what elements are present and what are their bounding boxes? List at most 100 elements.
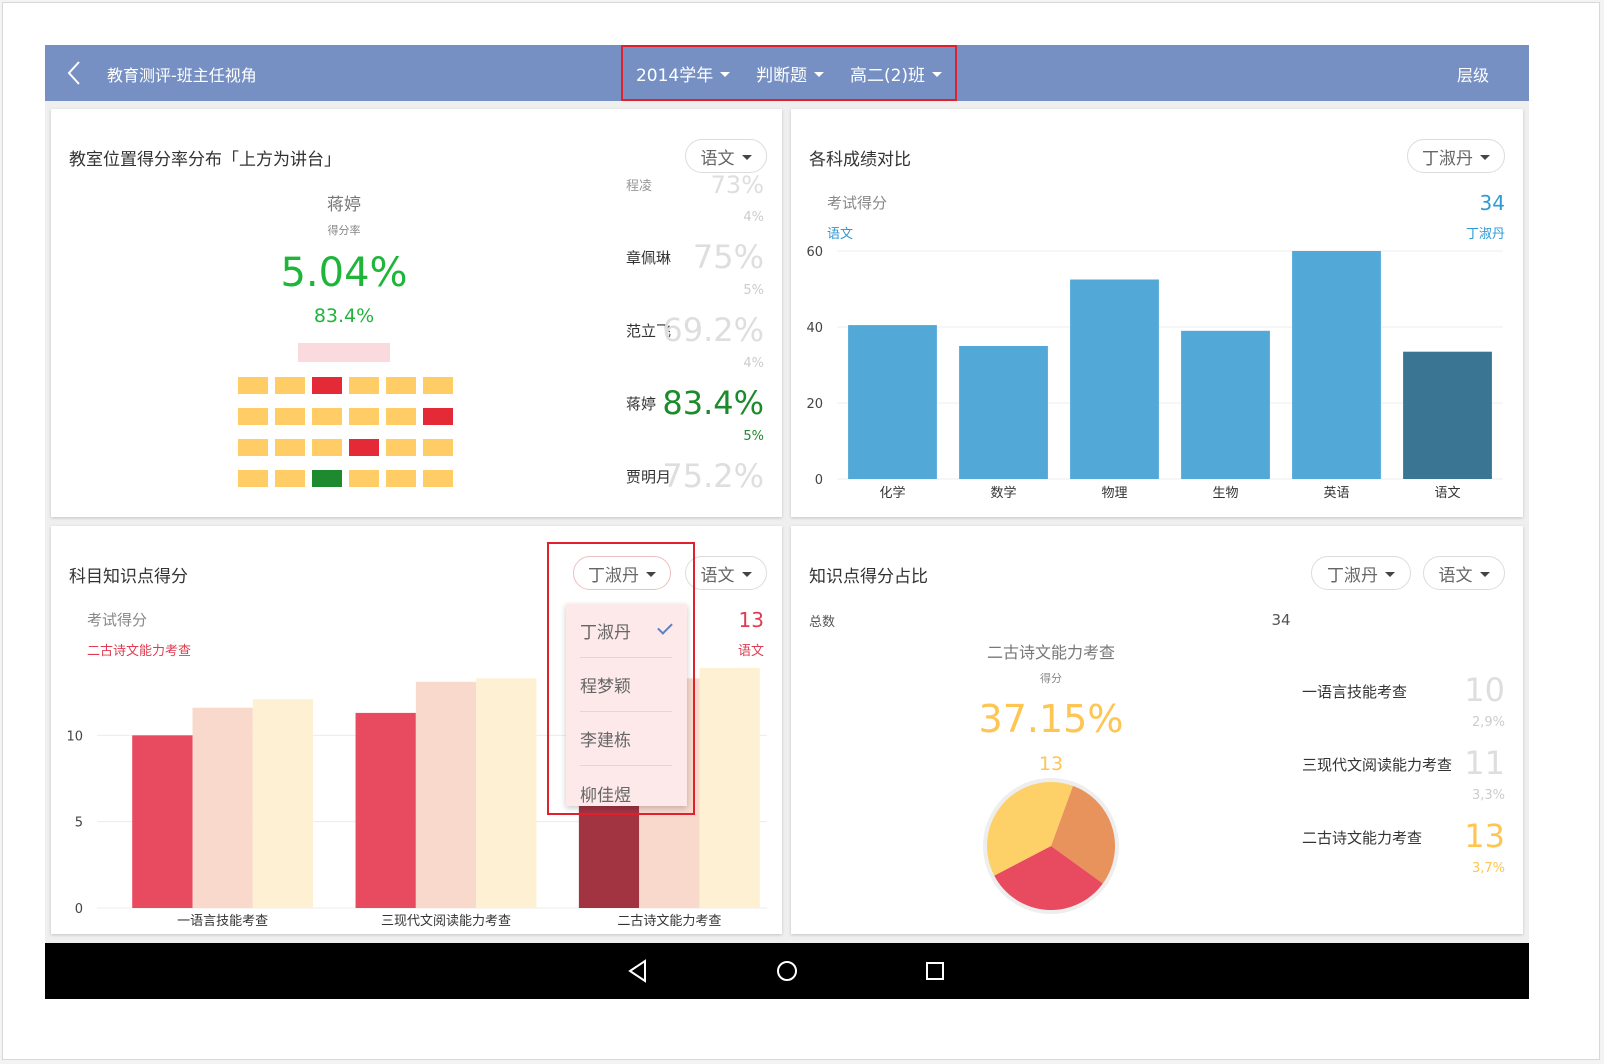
dropdown-option[interactable]: 李建栋 [580, 712, 672, 766]
x-category-label: 英语 [1323, 486, 1349, 501]
student-value: 75.2% [662, 457, 764, 495]
point-name[interactable]: 三现代文阅读能力考查 [1302, 754, 1452, 775]
point-name[interactable]: 一语言技能考查 [1302, 681, 1407, 702]
seat-cell[interactable] [312, 408, 342, 425]
caret-down-icon [1479, 572, 1490, 577]
app-screen: 教育测评-班主任视角 2014学年 判断题 高二(2)班 层级 教室位置得分率分… [45, 45, 1529, 999]
y-tick-label: 5 [75, 816, 83, 831]
seat-cell[interactable] [238, 377, 268, 394]
seat-cell[interactable] [423, 439, 453, 456]
app-title: 教育测评-班主任视角 [107, 66, 257, 85]
seat-cell[interactable] [238, 439, 268, 456]
bar[interactable] [1070, 279, 1159, 480]
total-value: 34 [1271, 611, 1291, 629]
podium [298, 343, 390, 362]
year-filter[interactable]: 2014学年 [636, 61, 731, 86]
x-category-label: 化学 [879, 485, 905, 501]
student-name[interactable]: 章佩琳 [626, 247, 671, 268]
card-title: 知识点得分占比 [809, 567, 928, 587]
back-arrow-icon[interactable] [59, 57, 91, 89]
seat-cell[interactable] [275, 377, 305, 394]
y-tick-label: 10 [66, 729, 83, 744]
class-filter[interactable]: 高二(2)班 [850, 61, 943, 86]
student-chip[interactable]: 丁淑丹 [1407, 139, 1505, 173]
bar[interactable] [476, 678, 537, 908]
seat-cell[interactable] [423, 470, 453, 487]
center-percent: 37.15% [978, 697, 1124, 741]
knowledge-score-card: 科目知识点得分 语文 丁淑丹 考试得分 二古诗文能力考查 13 语文 0 5 10 一… [51, 526, 782, 934]
total-label: 总数 [809, 615, 836, 630]
student-chip[interactable]: 丁淑丹 [573, 556, 671, 590]
check-icon [657, 619, 673, 635]
y-tick-label: 0 [815, 473, 823, 488]
student-chip[interactable]: 丁淑丹 [1311, 556, 1411, 590]
seat-cell[interactable] [275, 439, 305, 456]
point-value: 13 [1464, 817, 1505, 855]
bar[interactable] [1181, 330, 1270, 479]
score-label: 考试得分 [87, 611, 148, 629]
level-button[interactable]: 层级 [1457, 62, 1489, 86]
student-sub-value: 4% [743, 210, 764, 225]
seat-cell[interactable] [423, 377, 453, 394]
seat-cell[interactable] [312, 470, 342, 487]
seat-cell[interactable] [349, 408, 379, 425]
card-title: 科目知识点得分 [69, 567, 188, 587]
bar[interactable] [355, 712, 416, 908]
x-category-label: 语文 [1434, 486, 1460, 501]
point-sub-value: 3,7% [1471, 861, 1505, 876]
nav-home-icon[interactable] [773, 957, 801, 985]
seat-cell[interactable] [423, 408, 453, 425]
bar[interactable] [1403, 351, 1492, 479]
dropdown-option-selected[interactable]: 丁淑丹 [580, 604, 673, 658]
bar[interactable] [415, 681, 477, 908]
seat-cell[interactable] [349, 439, 379, 456]
subject-chip[interactable]: 语文 [685, 556, 767, 590]
subject-chip[interactable]: 语文 [685, 139, 767, 173]
x-category-label: 二古诗文能力考查 [617, 914, 721, 929]
card-title: 教室位置得分率分布「上方为讲台」 [69, 150, 341, 170]
bar[interactable] [848, 325, 937, 479]
y-tick-label: 0 [75, 902, 83, 917]
seat-cell[interactable] [238, 470, 268, 487]
seat-cell[interactable] [312, 439, 342, 456]
student-sub-value: 5% [743, 429, 764, 444]
bar[interactable] [1292, 251, 1381, 479]
x-category-label: 一语言技能考查 [177, 914, 268, 929]
seat-cell[interactable] [275, 470, 305, 487]
subject-chip[interactable]: 语文 [1423, 556, 1505, 590]
student-value: 73% [710, 171, 764, 199]
bar[interactable] [959, 346, 1048, 479]
dropdown-option[interactable]: 程梦颖 [580, 658, 672, 712]
filter-bar: 2014学年 判断题 高二(2)班 [621, 45, 957, 101]
point-sub-value: 2,9% [1471, 715, 1505, 730]
seat-cell[interactable] [275, 408, 305, 425]
center-sub-label: 得分 [1040, 672, 1062, 685]
bar[interactable] [132, 735, 193, 908]
center-value: 13 [1038, 753, 1064, 775]
seat-cell[interactable] [386, 470, 416, 487]
bar[interactable] [252, 699, 314, 908]
student-name[interactable]: 蒋婷 [626, 393, 656, 414]
seat-cell[interactable] [238, 408, 268, 425]
seat-distribution-card: 教室位置得分率分布「上方为讲台」 语文 蒋婷 得分率 5.04% 83.4% 程… [51, 109, 782, 517]
bar[interactable] [192, 707, 253, 908]
nav-back-icon[interactable] [625, 957, 653, 985]
x-category-label: 数学 [990, 485, 1016, 501]
seat-cell[interactable] [312, 377, 342, 394]
caret-down-icon [1385, 572, 1395, 577]
seat-cell[interactable] [386, 408, 416, 425]
caret-down-icon [1480, 155, 1490, 160]
seat-cell[interactable] [349, 377, 379, 394]
nav-recents-icon[interactable] [921, 957, 949, 985]
seat-cell[interactable] [349, 470, 379, 487]
point-name[interactable]: 二古诗文能力考查 [1302, 827, 1422, 848]
student-dropdown: 丁淑丹 程梦颖 李建栋 柳佳煜 [566, 604, 687, 806]
seat-grid [238, 377, 453, 487]
bar[interactable] [699, 668, 760, 908]
x-category-label: 生物 [1212, 486, 1238, 501]
dropdown-option[interactable]: 柳佳煜 [580, 766, 672, 806]
question-type-filter[interactable]: 判断题 [756, 61, 825, 86]
seat-cell[interactable] [386, 439, 416, 456]
card-title: 各科成绩对比 [809, 150, 911, 170]
seat-cell[interactable] [386, 377, 416, 394]
